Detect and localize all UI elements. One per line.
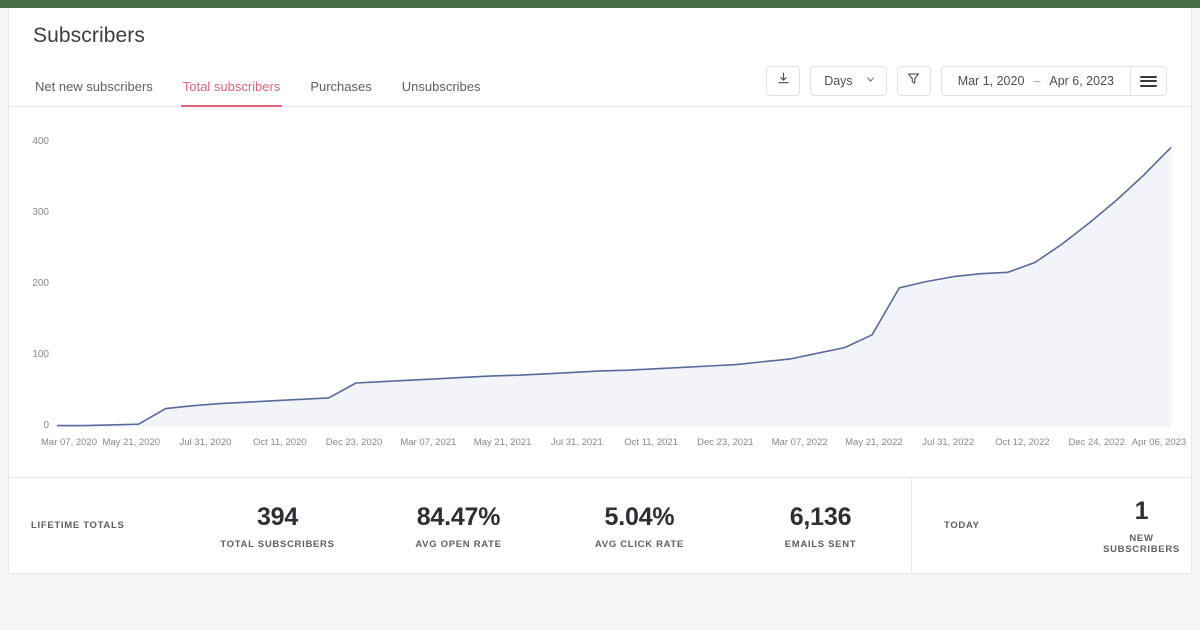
interval-label: Days bbox=[824, 74, 853, 88]
chevron-down-icon bbox=[865, 74, 876, 88]
stat-value: 5.04% bbox=[604, 502, 675, 531]
x-axis-tick-label: Apr 06, 2023 bbox=[1131, 437, 1187, 448]
page-title: Subscribers bbox=[33, 24, 145, 47]
chart-area-fill bbox=[57, 147, 1171, 427]
subscribers-card: Subscribers Net new subscribers Total su… bbox=[8, 8, 1192, 574]
tab-purchases[interactable]: Purchases bbox=[308, 79, 373, 107]
x-axis-tick-label: Dec 23, 2021 bbox=[697, 437, 754, 448]
y-axis-tick-label: 300 bbox=[32, 207, 49, 219]
stats-bar: LIFETIME TOTALS 394 TOTAL SUBSCRIBERS 84… bbox=[9, 478, 1191, 573]
x-axis-tick-label: Dec 23, 2020 bbox=[325, 437, 383, 448]
date-range-text[interactable]: Mar 1, 2020 – Apr 6, 2023 bbox=[942, 67, 1130, 95]
x-axis-tick-label: Mar 07, 2022 bbox=[771, 437, 828, 448]
stat-total-subscribers: 394 TOTAL SUBSCRIBERS bbox=[187, 502, 368, 550]
x-axis-tick-label: May 21, 2022 bbox=[845, 437, 903, 448]
stat-label: AVG OPEN RATE bbox=[415, 538, 502, 550]
stat-value: 1 bbox=[1134, 497, 1149, 525]
date-range-start: Mar 1, 2020 bbox=[957, 74, 1025, 88]
top-accent-bar bbox=[0, 0, 1200, 8]
date-range-picker[interactable]: Mar 1, 2020 – Apr 6, 2023 bbox=[940, 66, 1167, 96]
x-axis-tick-label: Jul 31, 2022 bbox=[922, 437, 975, 448]
x-axis-tick-label: May 21, 2021 bbox=[473, 437, 532, 448]
date-range-separator: – bbox=[1033, 74, 1041, 88]
stat-avg-click-rate: 5.04% AVG CLICK RATE bbox=[549, 502, 730, 550]
funnel-filter-icon bbox=[906, 71, 921, 91]
stat-label: AVG CLICK RATE bbox=[594, 538, 685, 550]
stat-value: 6,136 bbox=[789, 502, 852, 531]
y-axis-tick-label: 400 bbox=[32, 136, 49, 148]
date-range-end: Apr 6, 2023 bbox=[1049, 74, 1114, 88]
today-label: TODAY bbox=[944, 520, 980, 531]
stat-label: TOTAL SUBSCRIBERS bbox=[220, 538, 335, 550]
filter-button[interactable] bbox=[896, 66, 931, 96]
lifetime-totals-label: LIFETIME TOTALS bbox=[31, 520, 125, 531]
stat-label: EMAILS SENT bbox=[784, 538, 857, 550]
stat-new-subscribers: 1 NEW SUBSCRIBERS bbox=[1092, 496, 1191, 555]
lifetime-totals-group: LIFETIME TOTALS 394 TOTAL SUBSCRIBERS 84… bbox=[9, 478, 912, 573]
today-group: TODAY 1 NEW SUBSCRIBERS bbox=[912, 478, 1191, 573]
y-axis-tick-label: 200 bbox=[32, 278, 49, 290]
tab-bar: Net new subscribers Total subscribers Pu… bbox=[33, 79, 483, 107]
x-axis-tick-label: Dec 24, 2022 bbox=[1068, 437, 1125, 448]
card-header: Subscribers Net new subscribers Total su… bbox=[9, 8, 1191, 107]
date-range-menu-button[interactable] bbox=[1130, 67, 1166, 95]
stat-label: NEW SUBSCRIBERS bbox=[1103, 533, 1180, 555]
download-button[interactable] bbox=[766, 66, 801, 96]
x-axis-tick-label: Jul 31, 2021 bbox=[550, 437, 603, 448]
x-axis-tick-label: Oct 12, 2022 bbox=[995, 437, 1050, 448]
x-axis-tick-label: Oct 11, 2021 bbox=[624, 437, 678, 448]
header-row: Net new subscribers Total subscribers Pu… bbox=[9, 66, 1191, 107]
y-axis-tick-label: 0 bbox=[43, 420, 49, 431]
stat-value: 394 bbox=[256, 502, 299, 531]
chart-canvas bbox=[57, 146, 1172, 427]
hamburger-menu-icon bbox=[1140, 73, 1157, 89]
tab-unsubscribes[interactable]: Unsubscribes bbox=[400, 79, 483, 107]
stat-avg-open-rate: 84.47% AVG OPEN RATE bbox=[368, 502, 549, 550]
download-icon bbox=[776, 71, 791, 91]
x-axis-tick-label: May 21, 2020 bbox=[102, 437, 161, 448]
stat-emails-sent: 6,136 EMAILS SENT bbox=[730, 502, 911, 550]
tab-net-new-subscribers[interactable]: Net new subscribers bbox=[33, 79, 155, 107]
x-axis-tick-label: Mar 07, 2020 bbox=[41, 437, 97, 448]
y-axis-tick-label: 100 bbox=[32, 349, 49, 361]
x-axis-tick-label: Mar 07, 2021 bbox=[400, 437, 457, 448]
x-axis-tick-label: Oct 11, 2020 bbox=[252, 437, 307, 448]
subscribers-chart[interactable]: 0 100 200 300 400 Mar 07, 2020 May 21, 2020 Ju… bbox=[9, 107, 1191, 478]
tab-total-subscribers[interactable]: Total subscribers bbox=[180, 79, 283, 107]
x-axis-tick-label: Jul 31, 2020 bbox=[179, 437, 232, 448]
stat-value: 84.47% bbox=[416, 502, 501, 531]
toolbar: Days Mar 1, 2020 – Apr 6, 2023 bbox=[766, 66, 1167, 106]
interval-select[interactable]: Days bbox=[810, 66, 887, 96]
